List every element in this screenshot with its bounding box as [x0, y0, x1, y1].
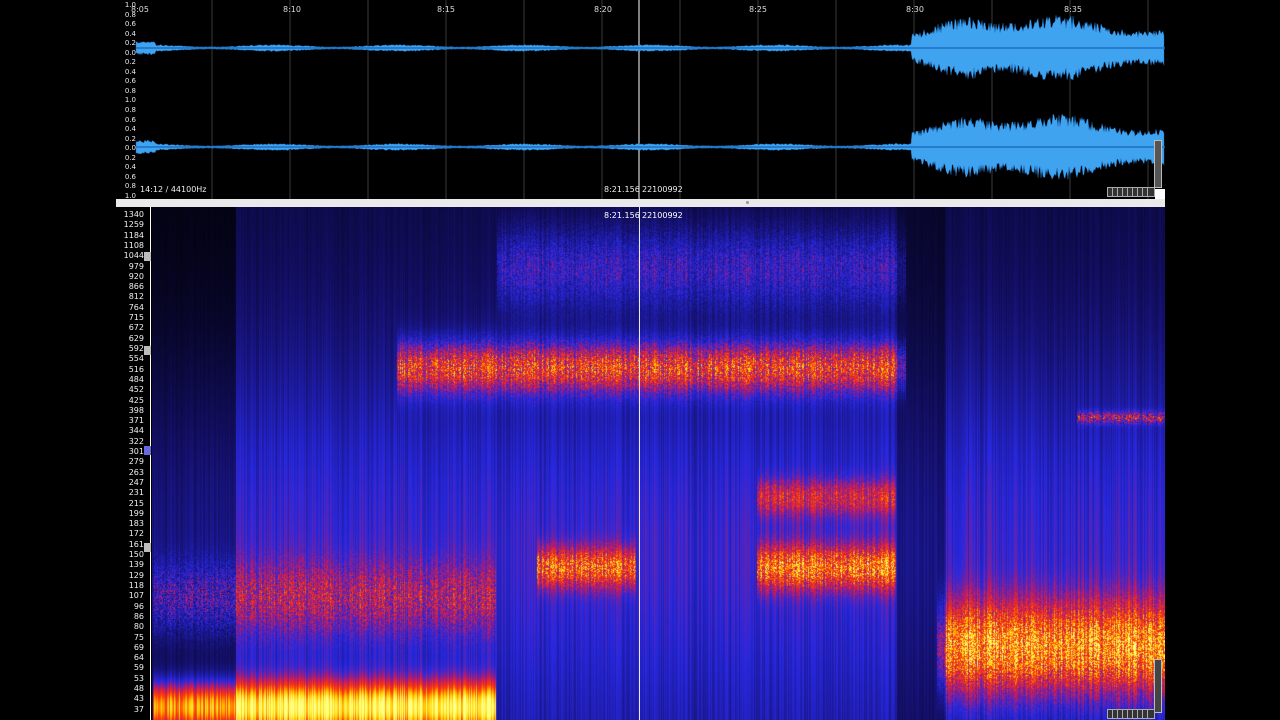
frequency-tick-label: 715	[128, 313, 144, 323]
ruler-marker[interactable]	[144, 543, 151, 552]
frequency-tick-label: 1044	[123, 251, 144, 261]
frequency-tick-label: 920	[128, 271, 144, 281]
frequency-tick-label: 75	[133, 632, 144, 642]
amplitude-tick-label: 0.6	[124, 172, 136, 181]
amplitude-tick-label: 0.8	[124, 182, 136, 190]
waveform-panel[interactable]: 1.0 0.8 0.6 0.4 0.2 0.0 0.2 0.4 0.6 0.8 1.0 0.8 0.6 0…	[116, 0, 1165, 199]
playhead-cursor[interactable]	[639, 207, 640, 720]
frequency-tick-label: 43	[133, 694, 144, 704]
amplitude-tick-label: 0.2	[124, 134, 136, 143]
time-tick-label: 8:35	[1064, 5, 1082, 14]
frequency-tick-label: 516	[128, 364, 144, 374]
time-tick-label: 8:15	[437, 5, 455, 14]
amplitude-tick-label: 0.8	[124, 86, 136, 95]
frequency-tick-label: 1340	[123, 210, 144, 219]
spec-cursor-sample-readout: 22100992	[642, 211, 683, 220]
frequency-tick-label: 764	[128, 302, 144, 312]
frequency-tick-label: 150	[128, 550, 144, 560]
splitter-grip-icon	[746, 201, 749, 204]
spectrogram-display[interactable]	[152, 207, 1165, 720]
frequency-tick-label: 183	[128, 519, 144, 529]
frequency-tick-label: 672	[128, 323, 144, 333]
frequency-tick-label: 199	[128, 508, 144, 518]
time-tick-label: 8:20	[594, 5, 612, 14]
frequency-tick-label: 812	[128, 292, 144, 302]
time-tick-label: 8:30	[906, 5, 924, 14]
frequency-ruler[interactable]: 1340 1259 1184 1108 1044 979 920 866 812 764 715 67…	[116, 207, 152, 720]
frequency-tick-label: 139	[128, 560, 144, 570]
spectrogram-panel[interactable]: 1340 1259 1184 1108 1044 979 920 866 812 764 715 67…	[116, 207, 1165, 720]
time-tick-label: 8:25	[749, 5, 767, 14]
ruler-marker[interactable]	[144, 252, 151, 261]
frequency-tick-label: 263	[128, 467, 144, 477]
amplitude-tick-label: 0.4	[124, 163, 136, 171]
amplitude-tick-label: 1.0	[124, 96, 136, 104]
frequency-tick-label: 80	[133, 622, 144, 632]
amplitude-tick-label: 0.0	[124, 144, 136, 152]
time-tick-label: 8:10	[283, 5, 301, 14]
frequency-tick-label: 59	[133, 663, 144, 673]
frequency-tick-label: 53	[133, 673, 144, 683]
frequency-tick-label: 1108	[123, 240, 144, 250]
frequency-tick-label: 247	[128, 477, 144, 487]
frequency-tick-label: 129	[128, 570, 144, 580]
frequency-tick-label: 425	[128, 395, 144, 405]
frequency-tick-label: 979	[128, 261, 144, 271]
frequency-tick-label: 69	[133, 642, 144, 652]
sample-rate-info: 14:12 / 44100Hz	[140, 185, 207, 194]
frequency-tick-label: 96	[133, 601, 144, 611]
amplitude-tick-label: 0.6	[124, 115, 136, 124]
frequency-tick-label: 484	[128, 374, 144, 384]
frequency-tick-label: 48	[133, 684, 144, 694]
zoom-slider-icon[interactable]	[1107, 187, 1155, 197]
scroll-handle-icon[interactable]	[1154, 140, 1162, 188]
amplitude-tick-label: 0.2	[124, 58, 136, 66]
frequency-tick-label: 554	[128, 354, 144, 364]
frequency-tick-label: 592	[128, 343, 144, 353]
frequency-tick-label: 1259	[123, 220, 144, 230]
frequency-tick-label: 322	[128, 436, 144, 446]
waveform-display[interactable]	[116, 0, 1165, 199]
frequency-tick-label: 629	[128, 333, 144, 343]
frequency-tick-label: 1184	[123, 230, 144, 240]
amplitude-tick-label: 0.0	[124, 48, 136, 57]
frequency-tick-label: 86	[133, 611, 144, 621]
cursor-time-readout: 8:21.156	[604, 185, 640, 194]
frequency-tick-label: 172	[128, 529, 144, 539]
spec-cursor-time-readout: 8:21.156	[604, 211, 640, 220]
frequency-tick-label: 866	[128, 282, 144, 292]
zoom-slider-icon[interactable]	[1107, 709, 1155, 719]
frequency-tick-label: 279	[128, 457, 144, 467]
amplitude-tick-label: 0.4	[124, 67, 136, 76]
amplitude-ruler: 1.0 0.8 0.6 0.4 0.2 0.0 0.2 0.4 0.6 0.8 1.0 0.8 0.6 0…	[116, 0, 136, 200]
amplitude-tick-label: 0.6	[124, 20, 136, 28]
frequency-tick-label: 344	[128, 426, 144, 436]
amplitude-tick-label: 0.2	[124, 39, 136, 47]
ruler-axis-line	[150, 207, 151, 720]
time-tick-label: 8:05	[131, 5, 149, 14]
panel-splitter[interactable]	[116, 199, 1165, 207]
amplitude-tick-label: 0.8	[124, 106, 136, 114]
amplitude-tick-label: 0.4	[124, 29, 136, 38]
frequency-tick-label: 301	[128, 447, 144, 457]
frequency-tick-label: 231	[128, 488, 144, 498]
amplitude-tick-label: 0.6	[124, 77, 136, 85]
frequency-tick-label: 398	[128, 405, 144, 415]
amplitude-tick-label: 0.4	[124, 125, 136, 133]
frequency-tick-label: 118	[128, 581, 144, 591]
scroll-handle-icon[interactable]	[1154, 659, 1162, 713]
amplitude-tick-label: 0.2	[124, 153, 136, 162]
cursor-sample-readout: 22100992	[642, 185, 683, 194]
frequency-tick-label: 64	[133, 653, 144, 663]
frequency-tick-label: 215	[128, 498, 144, 508]
frequency-tick-label: 107	[128, 591, 144, 601]
frequency-tick-label: 452	[128, 385, 144, 395]
frequency-tick-label: 371	[128, 416, 144, 426]
corner-resize-handle[interactable]	[1155, 189, 1165, 199]
ruler-marker[interactable]	[144, 346, 151, 355]
ruler-marker[interactable]	[144, 446, 151, 455]
frequency-tick-label: 37	[133, 704, 144, 714]
frequency-tick-label: 161	[128, 539, 144, 549]
